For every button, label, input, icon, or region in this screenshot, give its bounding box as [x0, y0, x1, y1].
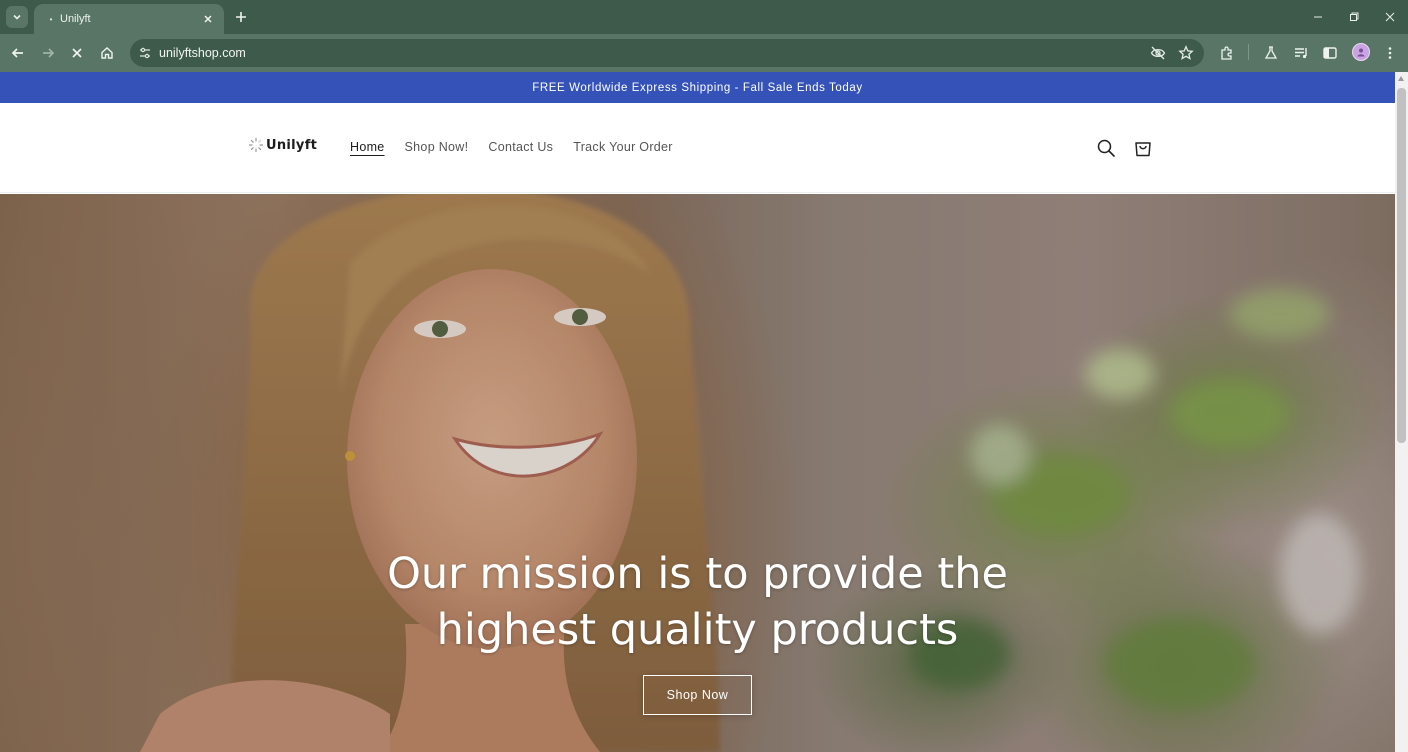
restore-button[interactable]	[1336, 0, 1372, 34]
labs-button[interactable]	[1262, 44, 1280, 62]
stop-loading-button[interactable]	[67, 43, 87, 63]
close-window-button[interactable]	[1372, 0, 1408, 34]
star-icon[interactable]	[1178, 45, 1194, 61]
forward-button[interactable]	[38, 43, 58, 63]
playlist-icon	[1295, 48, 1307, 59]
announcement-bar: FREE Worldwide Express Shipping - Fall S…	[0, 72, 1395, 103]
home-button[interactable]	[97, 43, 117, 63]
arrow-left-icon	[11, 48, 23, 58]
tab-close-button[interactable]	[200, 11, 216, 27]
back-button[interactable]	[8, 43, 28, 63]
close-icon	[204, 15, 212, 23]
scrollbar-thumb[interactable]	[1397, 88, 1406, 443]
page-scrollbar[interactable]	[1395, 72, 1408, 752]
home-icon	[101, 47, 113, 59]
announcement-text: FREE Worldwide Express Shipping - Fall S…	[532, 81, 863, 94]
close-icon	[72, 48, 82, 58]
main-navigation: Home Shop Now! Contact Us Track Your Ord…	[350, 140, 673, 154]
side-panel-icon	[1323, 47, 1337, 59]
logo-spinner-icon	[248, 137, 264, 153]
hero-banner: Our mission is to provide the highest qu…	[0, 194, 1395, 752]
new-tab-button[interactable]	[232, 8, 250, 26]
address-bar[interactable]: unilyftshop.com	[130, 39, 1204, 67]
eye-off-icon[interactable]	[1150, 45, 1166, 61]
toolbar-separator	[1248, 44, 1249, 60]
minimize-icon	[1314, 16, 1322, 18]
profile-avatar[interactable]	[1352, 43, 1370, 61]
nav-item-contact-us[interactable]: Contact Us	[488, 140, 553, 154]
browser-menu-button[interactable]	[1381, 44, 1399, 62]
tab-title: Unilyft	[60, 13, 91, 25]
window-controls	[1300, 0, 1408, 34]
shop-now-button[interactable]: Shop Now	[643, 675, 752, 715]
scroll-up-arrow-icon[interactable]	[1398, 76, 1404, 81]
extensions-button[interactable]	[1218, 44, 1236, 62]
puzzle-icon	[1221, 46, 1232, 60]
chevron-down-icon	[13, 14, 21, 20]
loading-favicon-icon: •	[49, 14, 53, 24]
minimize-button[interactable]	[1300, 0, 1336, 34]
search-icon[interactable]	[1095, 137, 1117, 159]
cart-icon[interactable]	[1132, 137, 1154, 159]
nav-item-shop-now[interactable]: Shop Now!	[405, 140, 469, 154]
hero-overlay	[0, 194, 1395, 752]
nav-item-home[interactable]: Home	[350, 140, 385, 154]
media-controls-button[interactable]	[1292, 44, 1310, 62]
hero-title: Our mission is to provide the highest qu…	[387, 549, 1008, 655]
plus-icon	[236, 12, 246, 22]
browser-toolbar: unilyftshop.com	[0, 34, 1408, 72]
tune-icon[interactable]	[138, 46, 152, 60]
restore-icon	[1350, 12, 1359, 21]
tab-search-button[interactable]	[6, 6, 28, 28]
tab-active[interactable]: • Unilyft	[34, 4, 224, 34]
logo-text: Unilyft	[266, 137, 318, 153]
url-text[interactable]: unilyftshop.com	[159, 46, 246, 60]
avatar-icon	[1357, 48, 1365, 57]
side-panel-button[interactable]	[1321, 44, 1339, 62]
browser-tab-bar: • Unilyft	[0, 0, 1408, 34]
site-header: Unilyft Home Shop Now! Contact Us Track …	[0, 103, 1395, 193]
flask-icon	[1264, 46, 1278, 59]
site-logo[interactable]: Unilyft	[248, 137, 317, 153]
nav-item-track-order[interactable]: Track Your Order	[573, 140, 673, 154]
arrow-right-icon	[43, 48, 55, 58]
web-page: FREE Worldwide Express Shipping - Fall S…	[0, 72, 1395, 752]
close-icon	[1385, 12, 1395, 22]
kebab-icon	[1388, 47, 1392, 59]
